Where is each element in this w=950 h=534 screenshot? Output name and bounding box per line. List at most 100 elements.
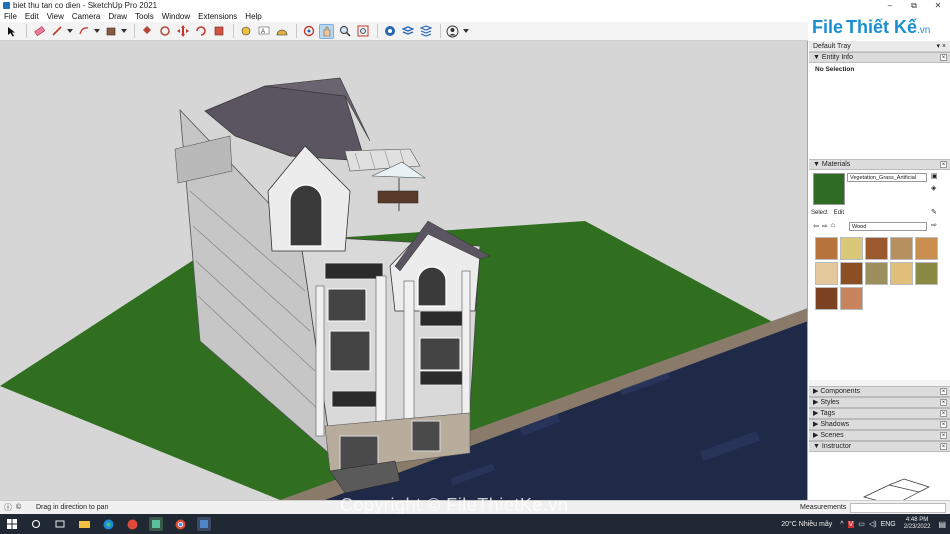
material-swatch-3[interactable] — [865, 237, 888, 260]
maximize-button[interactable]: ⧉ — [902, 0, 926, 11]
material-swatch-11[interactable] — [815, 287, 838, 310]
tray-chevron-icon[interactable]: ^ — [840, 521, 843, 528]
panel-close-icon[interactable]: × — [940, 388, 947, 395]
tab-select[interactable]: Select — [811, 210, 828, 216]
zoom-extents-icon[interactable] — [355, 24, 370, 39]
eyedropper-icon[interactable]: ✎ — [931, 208, 937, 216]
forward-arrow-icon[interactable]: ⇨ — [822, 222, 828, 230]
dropdown-arrow-icon[interactable] — [463, 24, 469, 39]
warehouse-icon[interactable] — [382, 24, 397, 39]
minimize-button[interactable]: – — [878, 0, 902, 11]
pencil-icon[interactable] — [49, 24, 64, 39]
menu-camera[interactable]: Camera — [68, 12, 104, 21]
menu-help[interactable]: Help — [241, 12, 265, 21]
scale-icon[interactable] — [211, 24, 226, 39]
dropdown-arrow-icon[interactable] — [94, 24, 100, 39]
material-swatch-1[interactable] — [815, 237, 838, 260]
panel-close-icon[interactable]: × — [940, 410, 947, 417]
menu-extensions[interactable]: Extensions — [194, 12, 241, 21]
tags-header[interactable]: ▶ Tags × — [809, 408, 950, 419]
search-icon[interactable] — [29, 517, 43, 531]
volume-icon[interactable]: ◁) — [869, 520, 877, 528]
text-icon[interactable]: A — [256, 24, 271, 39]
dropdown-arrow-icon[interactable] — [121, 24, 127, 39]
menu-draw[interactable]: Draw — [104, 12, 131, 21]
panel-close-icon[interactable]: × — [940, 399, 947, 406]
panel-close-icon[interactable]: × — [940, 443, 947, 450]
material-swatch-10[interactable] — [915, 262, 938, 285]
tray-pin-icon[interactable]: ▾ × — [936, 41, 950, 51]
dropdown-arrow-icon[interactable] — [67, 24, 73, 39]
antivirus-icon[interactable]: V — [847, 520, 855, 528]
material-name-field[interactable]: Vegetation_Grass_Artificial — [847, 173, 927, 182]
menu-tools[interactable]: Tools — [131, 12, 158, 21]
move-icon[interactable] — [175, 24, 190, 39]
panel-close-icon[interactable]: × — [940, 161, 947, 168]
panel-close-icon[interactable]: × — [940, 54, 947, 61]
model-viewport[interactable] — [0, 41, 808, 500]
rotate-icon[interactable] — [193, 24, 208, 39]
weather-widget[interactable]: 20°C Nhiều mây — [781, 521, 832, 528]
pan-icon[interactable] — [319, 23, 334, 39]
material-swatch-6[interactable] — [815, 262, 838, 285]
instructor-header[interactable]: ▼ Instructor × — [809, 441, 950, 452]
follow-me-icon[interactable] — [157, 24, 172, 39]
styles-header[interactable]: ▶ Styles × — [809, 397, 950, 408]
chrome-icon[interactable] — [173, 517, 187, 531]
clock[interactable]: 4:48 PM 2/23/2022 — [904, 517, 931, 531]
profile-icon[interactable] — [445, 24, 460, 39]
library-dropdown[interactable]: Wood — [849, 222, 927, 231]
push-pull-icon[interactable] — [139, 24, 154, 39]
info-icon[interactable]: ⓘ — [4, 501, 12, 514]
windows-start-icon[interactable] — [5, 517, 19, 531]
zoom-icon[interactable] — [337, 24, 352, 39]
layout-icon[interactable] — [418, 24, 433, 39]
sketchup-app-taskbar-icon[interactable] — [197, 517, 211, 531]
details-arrow-icon[interactable]: ⇨ — [931, 221, 937, 229]
measurements-input[interactable] — [850, 503, 946, 513]
create-material-icon[interactable]: ▣ — [931, 172, 938, 180]
tab-edit[interactable]: Edit — [834, 210, 844, 216]
nav-buttons: ⇦ ⇨ ⌂ — [813, 222, 835, 230]
credit-icon[interactable]: © — [16, 501, 21, 514]
menu-window[interactable]: Window — [158, 12, 194, 21]
notification-icon[interactable]: ▤ — [938, 520, 946, 529]
menu-view[interactable]: View — [43, 12, 68, 21]
material-swatch-12[interactable] — [840, 287, 863, 310]
material-swatch-7[interactable] — [840, 262, 863, 285]
protractor-icon[interactable] — [274, 24, 289, 39]
eraser-icon[interactable] — [31, 24, 46, 39]
material-swatch-9[interactable] — [890, 262, 913, 285]
extension-icon[interactable] — [400, 24, 415, 39]
panel-close-icon[interactable]: × — [940, 421, 947, 428]
back-arrow-icon[interactable]: ⇦ — [813, 222, 819, 230]
sample-paint-icon[interactable]: ◈ — [931, 184, 936, 192]
components-header[interactable]: ▶ Components × — [809, 386, 950, 397]
material-swatch-8[interactable] — [865, 262, 888, 285]
material-swatch-5[interactable] — [915, 237, 938, 260]
scenes-header[interactable]: ▶ Scenes × — [809, 430, 950, 441]
shadows-header[interactable]: ▶ Shadows × — [809, 419, 950, 430]
home-icon[interactable]: ⌂ — [831, 222, 835, 230]
language-indicator[interactable]: ENG — [881, 521, 896, 528]
materials-header[interactable]: ▼ Materials × — [809, 159, 950, 170]
select-icon[interactable] — [4, 24, 19, 39]
edge-browser-icon[interactable] — [101, 517, 115, 531]
panel-close-icon[interactable]: × — [940, 432, 947, 439]
paint-bucket-icon[interactable] — [103, 24, 118, 39]
close-button[interactable]: ✕ — [926, 0, 950, 11]
shapes-icon[interactable] — [76, 24, 91, 39]
network-icon[interactable]: ▭ — [858, 520, 865, 528]
material-swatch-2[interactable] — [840, 237, 863, 260]
toolbar-separator — [233, 24, 234, 38]
task-view-icon[interactable] — [53, 517, 67, 531]
material-swatch-4[interactable] — [890, 237, 913, 260]
sketchup-taskbar-icon[interactable] — [149, 517, 163, 531]
file-explorer-icon[interactable] — [77, 517, 91, 531]
chat-app-icon[interactable] — [125, 517, 139, 531]
orbit-icon[interactable] — [301, 24, 316, 39]
menu-file[interactable]: File — [0, 12, 21, 21]
menu-edit[interactable]: Edit — [21, 12, 43, 21]
entity-info-header[interactable]: ▼ Entity Info × — [809, 52, 950, 63]
tape-measure-icon[interactable] — [238, 24, 253, 39]
